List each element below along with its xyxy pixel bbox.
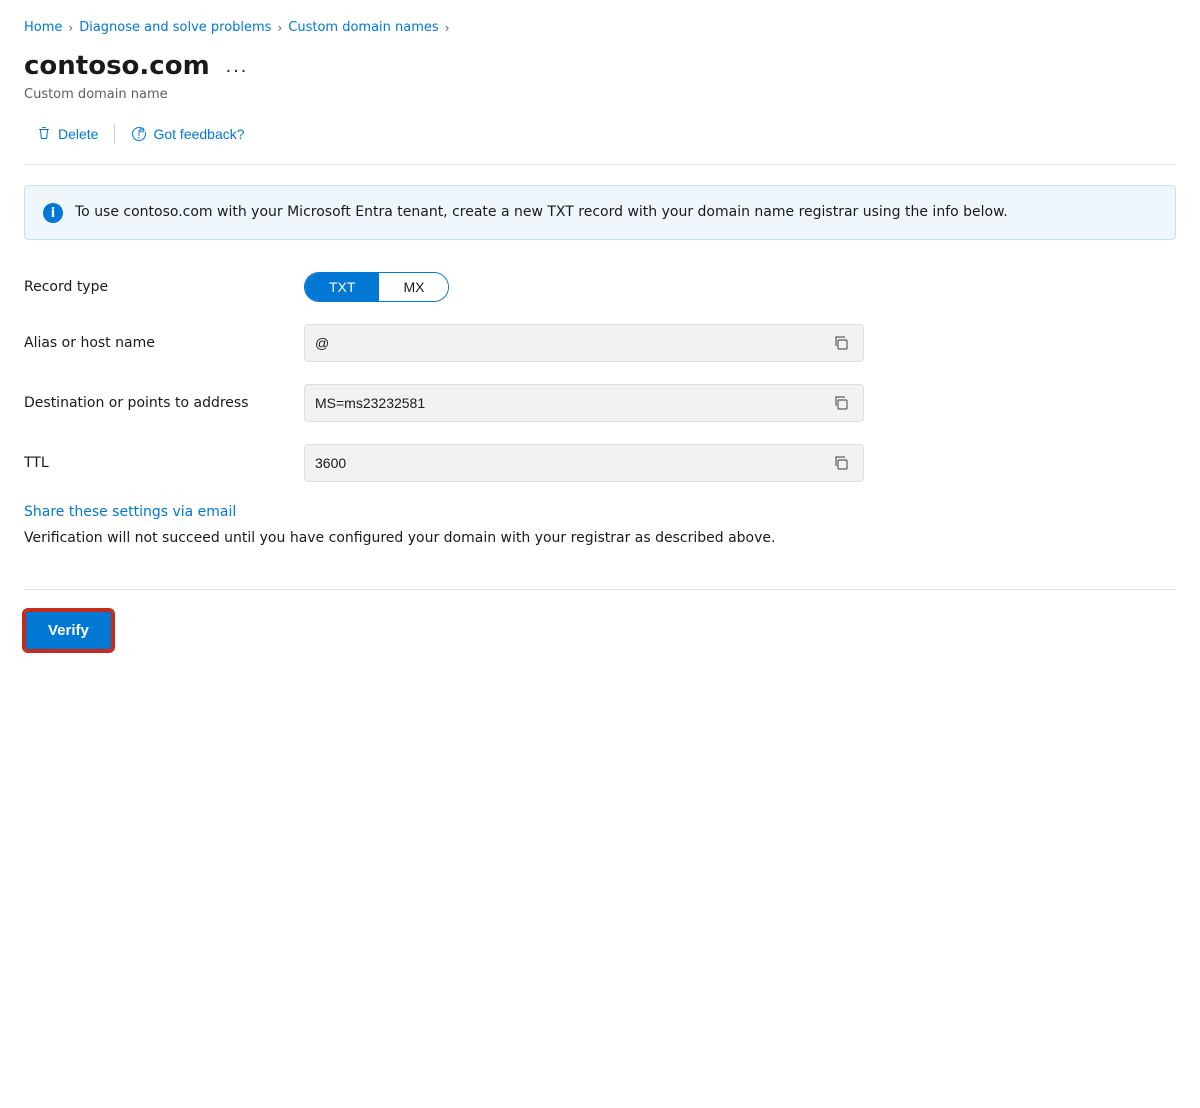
verify-button[interactable]: Verify	[24, 610, 113, 651]
info-banner: i To use contoso.com with your Microsoft…	[24, 185, 1176, 240]
record-type-row: Record type TXT MX	[24, 272, 1176, 302]
breadcrumb-diagnose[interactable]: Diagnose and solve problems	[79, 20, 271, 35]
copy-icon-2	[833, 395, 849, 411]
delete-label: Delete	[58, 126, 98, 142]
alias-field-wrapper	[304, 324, 864, 362]
feedback-label: Got feedback?	[153, 126, 244, 142]
destination-input[interactable]	[315, 395, 829, 411]
destination-label: Destination or points to address	[24, 395, 284, 411]
page-title-area: contoso.com ...	[24, 51, 1176, 81]
breadcrumb-sep-2: ›	[277, 21, 282, 35]
breadcrumb: Home › Diagnose and solve problems › Cus…	[24, 20, 1176, 35]
toolbar: Delete Got feedback?	[24, 120, 1176, 165]
alias-label: Alias or host name	[24, 335, 284, 351]
destination-row: Destination or points to address	[24, 384, 1176, 422]
alias-input[interactable]	[315, 335, 829, 351]
info-text: To use contoso.com with your Microsoft E…	[75, 202, 1008, 223]
destination-copy-button[interactable]	[829, 393, 853, 413]
delete-button[interactable]: Delete	[24, 120, 110, 148]
toggle-mx[interactable]: MX	[379, 273, 448, 301]
toggle-txt[interactable]: TXT	[305, 273, 379, 301]
feedback-icon	[131, 126, 147, 142]
copy-icon	[833, 335, 849, 351]
record-type-toggle: TXT MX	[304, 272, 864, 302]
breadcrumb-home[interactable]: Home	[24, 20, 62, 35]
share-email-link[interactable]: Share these settings via email	[24, 504, 1176, 520]
copy-icon-3	[833, 455, 849, 471]
alias-row: Alias or host name	[24, 324, 1176, 362]
ttl-copy-button[interactable]	[829, 453, 853, 473]
ttl-label: TTL	[24, 455, 284, 471]
bottom-section: Verify	[24, 589, 1176, 651]
page-subtitle: Custom domain name	[24, 87, 1176, 102]
verify-note: Verification will not succeed until you …	[24, 528, 1176, 549]
destination-field-wrapper	[304, 384, 864, 422]
trash-icon	[36, 126, 52, 142]
ellipsis-button[interactable]: ...	[220, 53, 255, 80]
ttl-row: TTL	[24, 444, 1176, 482]
breadcrumb-sep-3: ›	[445, 21, 450, 35]
feedback-button[interactable]: Got feedback?	[119, 120, 256, 148]
breadcrumb-custom-domains[interactable]: Custom domain names	[288, 20, 438, 35]
page-title: contoso.com	[24, 51, 210, 81]
alias-copy-button[interactable]	[829, 333, 853, 353]
toolbar-divider	[114, 124, 115, 144]
record-type-label: Record type	[24, 279, 284, 295]
breadcrumb-sep-1: ›	[68, 21, 73, 35]
ttl-field-wrapper	[304, 444, 864, 482]
info-icon: i	[43, 203, 63, 223]
ttl-input[interactable]	[315, 455, 829, 471]
